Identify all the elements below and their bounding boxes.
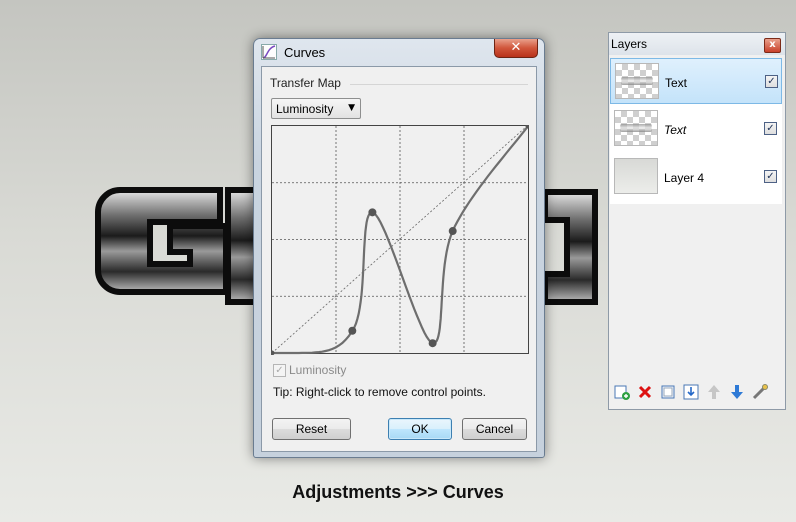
duplicate-layer-icon[interactable] [659, 383, 677, 401]
curve-control-point[interactable] [428, 339, 437, 348]
luminosity-checkbox[interactable]: ✓ [273, 364, 286, 377]
luminosity-checkbox-label: Luminosity [289, 363, 347, 377]
transfer-map-label: Transfer Map [270, 76, 341, 90]
curves-title: Curves [284, 45, 326, 60]
layer-visibility-checkbox[interactable]: ✓ [765, 75, 778, 88]
layer-name: Text [665, 76, 688, 90]
reset-button[interactable]: Reset [272, 418, 351, 440]
caption: Adjustments >>> Curves [292, 482, 504, 502]
mode-select[interactable]: Luminosity ▼ [271, 98, 361, 119]
layer-list: Text ✓ Text ✓ Layer 4 ✓ [610, 58, 782, 204]
glass-letter-g [95, 187, 229, 295]
curve-graph[interactable] [271, 125, 529, 355]
layers-panel: Layers x Text ✓ Text ✓ Layer 4 ✓ [608, 32, 786, 410]
layer-row[interactable]: Text ✓ [610, 58, 782, 104]
layers-title: Layers [611, 37, 648, 51]
layer-thumbnail [615, 63, 659, 99]
curves-app-icon [261, 44, 277, 60]
tip-text: Tip: Right-click to remove control point… [273, 385, 486, 399]
curve-control-point[interactable] [448, 227, 457, 236]
add-layer-icon[interactable] [613, 383, 631, 401]
layer-properties-icon[interactable] [751, 383, 769, 401]
layer-name: Layer 4 [664, 171, 705, 185]
curves-client-area: Transfer Map Luminosity ▼ ✓ Luminosity T… [261, 66, 537, 452]
curves-titlebar[interactable]: Curves ✕ [254, 39, 544, 65]
layers-titlebar[interactable]: Layers x [609, 33, 785, 55]
layer-thumbnail [614, 110, 658, 146]
glass-letter-partial [542, 189, 598, 305]
chevron-down-icon: ▼ [348, 103, 355, 113]
curve-control-point[interactable] [368, 208, 377, 217]
ok-button[interactable]: OK [388, 418, 452, 440]
curve-control-point[interactable] [348, 326, 357, 335]
merge-layer-down-icon[interactable] [682, 383, 700, 401]
layer-row[interactable]: Text ✓ [610, 106, 782, 152]
move-layer-down-icon[interactable] [728, 383, 746, 401]
layer-visibility-checkbox[interactable]: ✓ [764, 170, 777, 183]
curves-dialog: Curves ✕ Transfer Map Luminosity ▼ ✓ Lum… [253, 38, 545, 458]
cancel-button[interactable]: Cancel [462, 418, 527, 440]
layer-row[interactable]: Layer 4 ✓ [610, 154, 782, 200]
group-divider [350, 84, 528, 85]
delete-layer-icon[interactable] [636, 383, 654, 401]
layers-close-button[interactable]: x [764, 38, 781, 53]
layer-name: Text [664, 123, 687, 137]
close-button[interactable]: ✕ [494, 39, 538, 58]
layers-toolbar [611, 383, 783, 403]
move-layer-up-icon[interactable] [705, 383, 723, 401]
mode-select-value: Luminosity [276, 102, 334, 116]
layer-thumbnail [614, 158, 658, 194]
layer-visibility-checkbox[interactable]: ✓ [764, 122, 777, 135]
